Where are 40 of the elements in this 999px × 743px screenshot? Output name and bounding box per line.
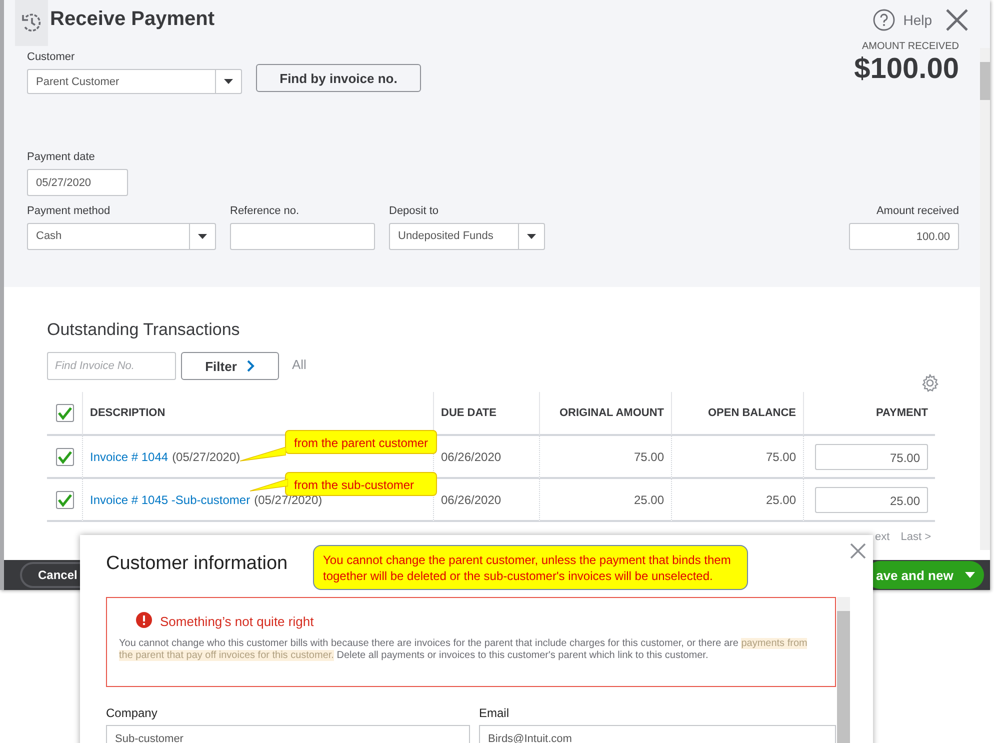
dropdown-field[interactable]: Cash — [27, 223, 216, 250]
payment-field[interactable]: 25.00 — [815, 486, 928, 512]
column-header: PAYMENT — [803, 392, 935, 436]
table-cell: 25.00 — [671, 479, 803, 522]
note-callout: You cannot change the parent customer, unless the payment that binds them together will be deleted or the sub-customer's invoices will be unselected. — [313, 545, 748, 590]
invoice-link[interactable]: Invoice # 1044 — [90, 450, 168, 464]
field-label: Company — [106, 706, 158, 720]
table-cell: 75.00 — [539, 436, 671, 479]
column-header: ORIGINAL AMOUNT — [539, 392, 671, 436]
invoice-date: (05/27/2020) — [172, 450, 240, 464]
invoice-link[interactable]: Invoice # 1045 -Sub-customer — [90, 492, 250, 506]
field-label: Payment date — [27, 151, 95, 163]
error-message: You cannot change who this customer bills with because there are invoices for the parent that include charges for this customer, or there are payments from the parent that pay off invoices for this customer. Delete all payments or invoices to this customer's parent which link to this customer. — [119, 638, 808, 662]
dropdown-field[interactable]: Undeposited Funds — [389, 223, 545, 250]
filter-button[interactable]: Filter — [181, 352, 279, 380]
amount-label: AMOUNT RECEIVED — [862, 42, 959, 52]
amount-total: $100.00 — [854, 52, 959, 86]
filter-value: All — [292, 356, 306, 372]
help-link[interactable]: Help — [873, 8, 932, 30]
find-button[interactable]: Find by invoice no. — [256, 64, 421, 92]
field-label: Deposit to — [389, 205, 439, 217]
table-cell: 75.00 — [671, 436, 803, 479]
error-title: Something’s not quite right — [160, 614, 314, 629]
field-label: Reference no. — [230, 205, 300, 217]
field-label: Email — [479, 706, 510, 720]
field-label: Payment method — [27, 205, 110, 217]
input-field[interactable]: 05/27/2020 — [27, 169, 128, 196]
dialog-title: Customer information — [106, 553, 288, 575]
input-field[interactable]: 100.00 — [849, 223, 959, 250]
section-title: Outstanding Transactions — [47, 320, 241, 340]
search-field[interactable]: Find Invoice No. — [47, 352, 176, 380]
column-header: OPEN BALANCE — [671, 392, 803, 436]
table-cell: 25.00 — [539, 479, 671, 522]
input-field[interactable]: Sub-customer — [106, 725, 470, 743]
callout: from the parent customer — [285, 430, 437, 454]
field-label: Amount received — [876, 205, 959, 217]
dropdown-field[interactable]: Parent Customer — [27, 69, 242, 94]
field-label: Customer — [27, 51, 75, 63]
payment-field[interactable]: 75.00 — [815, 444, 928, 470]
window-title: Receive Payment — [50, 8, 215, 31]
